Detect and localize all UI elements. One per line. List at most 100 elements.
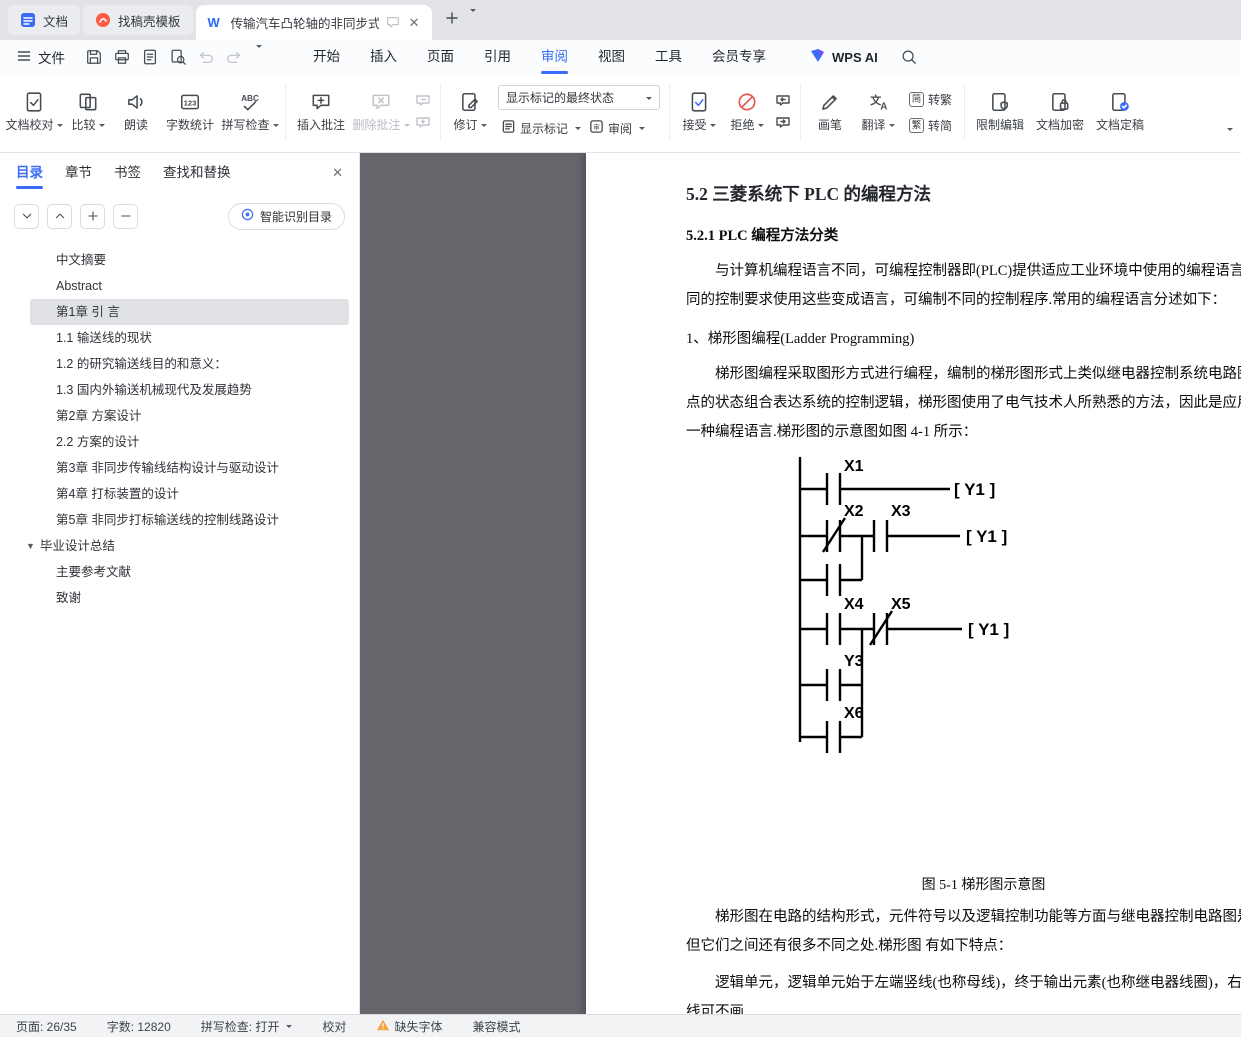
tab-start[interactable]: 开始: [298, 40, 355, 74]
fan-icon: 繁: [909, 117, 924, 133]
svg-text:ABC: ABC: [241, 94, 259, 103]
collapse-all-button[interactable]: [47, 203, 72, 229]
smart-toc-label: 智能识别目录: [259, 209, 332, 224]
pen-icon: [819, 91, 841, 113]
to-traditional-button[interactable]: 简 转繁: [906, 89, 955, 110]
document-page[interactable]: 5.2 三菱系统下 PLC 的编程方法 5.2.1 PLC 编程方法分类 与计算…: [586, 153, 1241, 1014]
outline-item-expandable[interactable]: ▼ 毕业设计总结: [26, 533, 349, 559]
doc-proof-button[interactable]: 文档校对: [4, 88, 64, 136]
new-tab-icon[interactable]: [445, 11, 459, 30]
tab-docs-home[interactable]: 文档: [8, 5, 81, 35]
ladder-output-y1: [ Y1 ]: [966, 527, 1007, 546]
next-change-icon[interactable]: [775, 115, 791, 131]
ribbon-collapse-icon[interactable]: [1224, 128, 1233, 151]
word-count-indicator[interactable]: 字数: 12820: [107, 1018, 171, 1035]
undo-icon[interactable]: [197, 48, 215, 66]
read-aloud-button[interactable]: 朗读: [112, 88, 160, 136]
close-panel-icon[interactable]: ✕: [332, 165, 343, 181]
translate-label: 翻译: [861, 118, 886, 132]
tab-template[interactable]: 找稿壳模板: [83, 5, 193, 35]
tab-page[interactable]: 页面: [412, 40, 469, 74]
compare-button[interactable]: 比较: [64, 88, 112, 136]
search-icon[interactable]: [900, 48, 918, 66]
spellcheck-toggle[interactable]: 拼写检查: 打开: [201, 1018, 293, 1035]
outline-item[interactable]: 第5章 非同步打标输送线的控制线路设计: [30, 507, 349, 533]
tab-review[interactable]: 审阅: [526, 40, 583, 74]
show-markup-button[interactable]: 显示标记: [498, 117, 584, 139]
panel-tab-chapter[interactable]: 章节: [65, 153, 92, 193]
finalize-icon: [1109, 91, 1131, 113]
markup-state-select[interactable]: 显示标记的最终状态: [498, 85, 660, 110]
expand-triangle-icon[interactable]: ▼: [26, 533, 35, 559]
ladder-label-y3: Y3: [844, 653, 864, 670]
encrypt-button[interactable]: 文档加密: [1030, 88, 1090, 136]
ladder-label-x5: X5: [891, 596, 911, 613]
wps-ai-logo-icon: [809, 47, 826, 67]
tab-member[interactable]: 会员专享: [697, 40, 781, 74]
to-simplified-button[interactable]: 繁 转简: [906, 115, 955, 136]
finalize-button[interactable]: 文档定稿: [1090, 88, 1150, 136]
file-menu-button[interactable]: 文件: [12, 47, 75, 67]
tab-reference[interactable]: 引用: [469, 40, 526, 74]
reject-button[interactable]: 拒绝: [723, 88, 771, 136]
pen-button[interactable]: 画笔: [806, 88, 854, 136]
outline-item[interactable]: 致谢: [30, 585, 349, 611]
tab-document-active[interactable]: W 传输汽车凸轮轴的非同步式输... ✕: [195, 5, 432, 40]
outline-item[interactable]: 1.1 输送线的现状: [30, 325, 349, 351]
insert-comment-button[interactable]: 插入批注: [291, 88, 351, 136]
ladder-output-y1: [ Y1 ]: [954, 480, 995, 499]
quick-access-chevron-icon[interactable]: [253, 45, 262, 68]
tab-template-label: 找稿壳模板: [118, 14, 181, 29]
spell-check-button[interactable]: ABC 拼写检查: [220, 88, 280, 136]
track-changes-button[interactable]: 修订: [446, 88, 494, 136]
restrict-edit-button[interactable]: 限制编辑: [970, 88, 1030, 136]
save-icon[interactable]: [85, 48, 103, 66]
outline-item-label: 毕业设计总结: [39, 539, 115, 553]
ladder-diagram-figure[interactable]: X1 X2 X3 X4 X5 Y3 X6 [ Y1 ] [ Y1 ] [ Y1 …: [686, 455, 1241, 755]
track-changes-icon: [459, 91, 481, 113]
tab-view[interactable]: 视图: [583, 40, 640, 74]
prev-comment-icon[interactable]: [415, 93, 431, 109]
proofread-button[interactable]: 校对: [322, 1018, 346, 1035]
outline-item[interactable]: 第2章 方案设计: [30, 403, 349, 429]
ribbon-tabs: 开始 插入 页面 引用 审阅 视图 工具 会员专享: [298, 40, 781, 74]
track-changes-label: 修订: [453, 118, 478, 132]
zoom-in-outline-button[interactable]: [80, 203, 105, 229]
outline-item[interactable]: Abstract: [30, 273, 349, 299]
panel-tab-bookmark[interactable]: 书签: [114, 153, 141, 193]
accept-button[interactable]: 接受: [675, 88, 723, 136]
print-preview-icon[interactable]: [169, 48, 187, 66]
expand-all-button[interactable]: [14, 203, 39, 229]
page-indicator[interactable]: 页面: 26/35: [16, 1018, 77, 1035]
export-pdf-icon[interactable]: [141, 48, 159, 66]
outline-item[interactable]: 2.2 方案的设计: [30, 429, 349, 455]
smart-toc-button[interactable]: 智能识别目录: [227, 202, 345, 230]
next-comment-icon[interactable]: [415, 115, 431, 131]
doc-paragraph-line: 梯形图在电路的结构形式，元件符号以及逻辑控制功能等方面与继电器控制电路图是相: [715, 909, 1241, 925]
tab-list-chevron-icon[interactable]: [467, 8, 476, 32]
reject-icon: [736, 91, 758, 113]
jian-icon: 简: [909, 91, 924, 107]
panel-tab-toc[interactable]: 目录: [16, 153, 43, 193]
panel-tab-find[interactable]: 查找和替换: [163, 153, 231, 193]
zoom-out-outline-button[interactable]: [113, 203, 138, 229]
delete-comment-button[interactable]: 删除批注: [351, 88, 411, 136]
missing-font-warning[interactable]: 缺失字体: [376, 1018, 442, 1035]
wps-ai-button[interactable]: WPS AI: [809, 47, 878, 67]
translate-button[interactable]: 文A 翻译: [854, 88, 902, 136]
outline-item[interactable]: 中文摘要: [30, 247, 349, 273]
print-icon[interactable]: [113, 48, 131, 66]
outline-item-selected[interactable]: 第1章 引 言: [30, 299, 349, 325]
outline-item[interactable]: 1.2 的研究输送线目的和意义：: [30, 351, 349, 377]
prev-change-icon[interactable]: [775, 93, 791, 109]
tab-insert[interactable]: 插入: [355, 40, 412, 74]
word-count-button[interactable]: 123 字数统计: [160, 88, 220, 136]
review-pane-button[interactable]: 审 审阅: [586, 117, 648, 139]
redo-icon[interactable]: [225, 48, 243, 66]
outline-item[interactable]: 第3章 非同步传输线结构设计与驱动设计: [30, 455, 349, 481]
close-tab-icon[interactable]: ✕: [409, 15, 420, 31]
outline-item[interactable]: 主要参考文献: [30, 559, 349, 585]
outline-item[interactable]: 第4章 打标装置的设计: [30, 481, 349, 507]
tab-tools[interactable]: 工具: [640, 40, 697, 74]
outline-item[interactable]: 1.3 国内外输送机械现代及发展趋势: [30, 377, 349, 403]
